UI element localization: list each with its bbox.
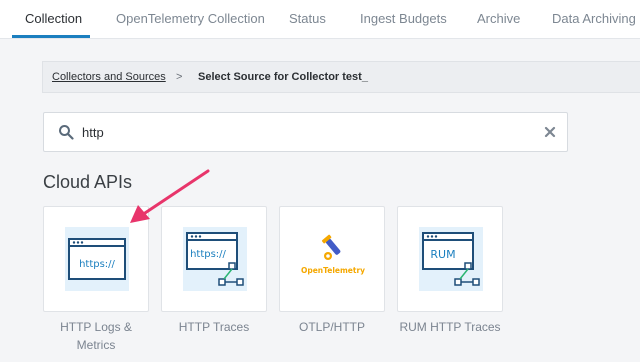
source-card-label-line: OTLP/HTTP (298, 320, 365, 334)
source-card-label-line: HTTP Logs & (60, 320, 132, 334)
rum-icon-text: RUM (430, 248, 455, 261)
breadcrumb-current: Select Source for Collector test_ (198, 71, 368, 83)
tab-status[interactable]: Status (289, 11, 326, 26)
annotation-arrow-icon (130, 169, 210, 223)
source-card-label: HTTP Traces (161, 318, 267, 336)
search-icon (59, 125, 74, 140)
source-card-rum-http-traces[interactable]: RUM (397, 206, 503, 312)
source-card-label-line: HTTP Traces (178, 320, 250, 334)
source-card-otlp-http[interactable]: OpenTelemetry (279, 206, 385, 312)
source-card-label-line: RUM HTTP Traces (399, 320, 501, 334)
active-tab-indicator (12, 35, 90, 38)
section-title-cloud-apis: Cloud APIs (43, 172, 133, 192)
search-input[interactable] (82, 122, 522, 142)
breadcrumb-link-collectors-and-sources[interactable]: Collectors and Sources (52, 71, 166, 83)
tab-collection[interactable]: Collection (25, 11, 82, 26)
source-card-label: OTLP/HTTP (279, 318, 385, 336)
http-traces-icon-text: https:// (190, 249, 226, 260)
tab-data-archiving[interactable]: Data Archiving (552, 11, 636, 26)
tab-archive[interactable]: Archive (477, 11, 520, 26)
http-logs-metrics-icon: https:// (65, 227, 129, 291)
tab-ingest-budgets[interactable]: Ingest Budgets (360, 11, 447, 26)
breadcrumb: Collectors and Sources > Select Source f… (42, 61, 640, 93)
source-card-label-line: Metrics (76, 338, 116, 352)
breadcrumb-separator: > (176, 71, 183, 83)
close-icon[interactable] (543, 125, 557, 139)
source-card-label: HTTP Logs & Metrics (43, 318, 149, 354)
rum-http-traces-icon: RUM (419, 227, 483, 291)
tab-bar: Collection OpenTelemetry Collection Stat… (0, 0, 640, 39)
tab-opentelemetry-collection[interactable]: OpenTelemetry Collection (116, 11, 265, 26)
opentelemetry-wordmark: OpenTelemetry (301, 266, 365, 275)
source-card-label: RUM HTTP Traces (397, 318, 503, 336)
search-box (43, 112, 568, 152)
http-logs-icon-text: https:// (79, 259, 115, 270)
http-traces-icon: https:// (183, 227, 247, 291)
opentelemetry-logo-icon: OpenTelemetry (301, 234, 365, 275)
